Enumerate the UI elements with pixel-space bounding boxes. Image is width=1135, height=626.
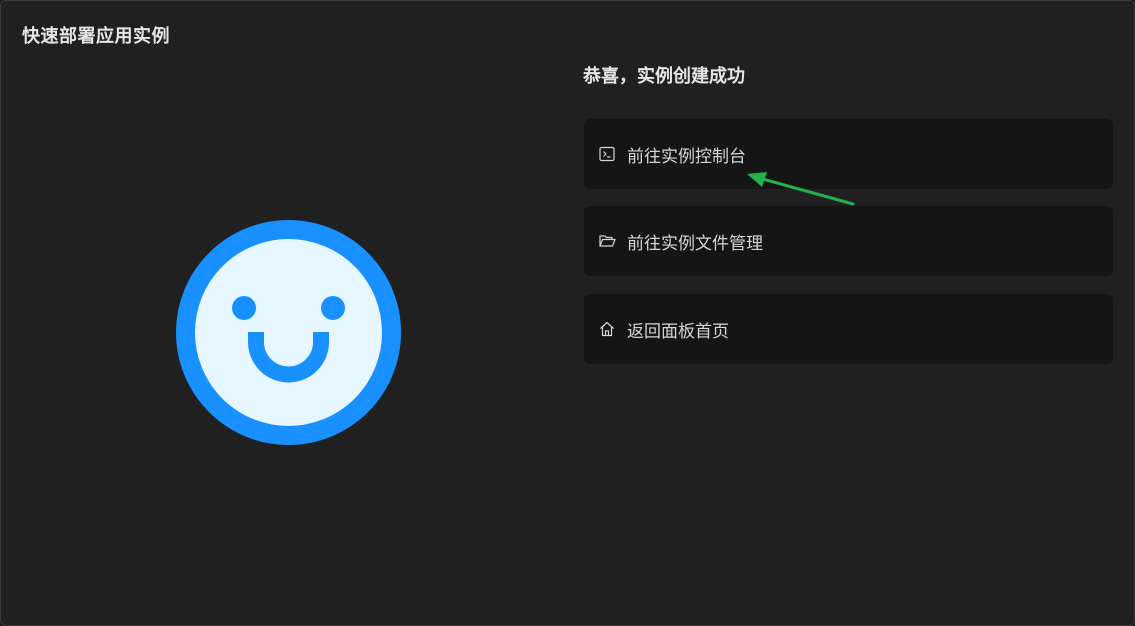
back-to-home-button[interactable]: 返回面板首页 (584, 294, 1113, 364)
success-title: 恭喜，实例创建成功 (583, 66, 745, 87)
terminal-icon (598, 145, 616, 163)
annotation-arrow-icon (747, 172, 855, 206)
go-to-file-manager-label: 前往实例文件管理 (627, 233, 763, 254)
home-icon (598, 320, 616, 338)
smiley-success-icon (176, 220, 401, 445)
go-to-file-manager-button[interactable]: 前往实例文件管理 (584, 206, 1113, 276)
dialog-title: 快速部署应用实例 (22, 26, 170, 47)
back-to-home-label: 返回面板首页 (627, 321, 729, 342)
quick-deploy-dialog: 快速部署应用实例 恭喜，实例创建成功 前往实例控制台 前往实例文件管理 返回面板… (0, 0, 1135, 626)
go-to-console-label: 前往实例控制台 (627, 146, 746, 167)
folder-open-icon (598, 232, 616, 250)
